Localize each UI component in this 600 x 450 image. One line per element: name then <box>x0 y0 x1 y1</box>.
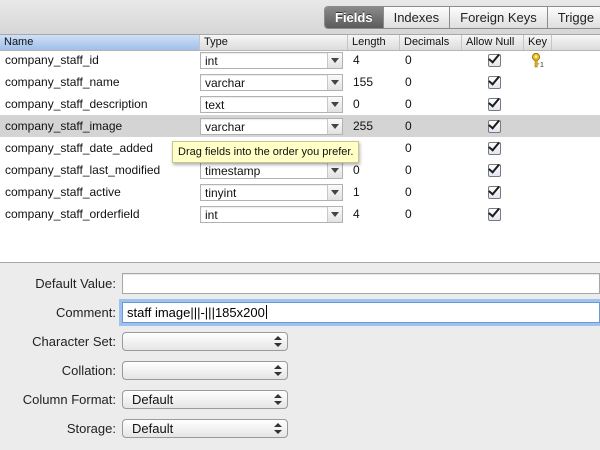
up-down-arrows-icon <box>274 392 282 407</box>
table-row[interactable]: company_staff_description text 0 0 <box>0 93 600 115</box>
tab-fields[interactable]: Fields <box>325 7 384 28</box>
type-combo[interactable]: int <box>200 206 343 223</box>
toolbar: Fields Indexes Foreign Keys Trigge <box>0 0 600 35</box>
svg-text:1: 1 <box>540 62 544 68</box>
column-header-name[interactable]: Name <box>0 35 200 50</box>
column-format-value: Default <box>132 392 174 407</box>
type-value: varchar <box>205 120 246 134</box>
up-down-arrows-icon <box>274 363 282 378</box>
decimals-value[interactable]: 0 <box>405 71 412 93</box>
comment-label: Comment: <box>56 305 116 320</box>
type-value: timestamp <box>205 164 261 178</box>
field-name: company_staff_description <box>5 97 148 111</box>
allow-null-checkbox[interactable] <box>488 208 501 221</box>
type-value: int <box>205 54 218 68</box>
type-combo[interactable]: text <box>200 96 343 113</box>
decimals-value[interactable]: 0 <box>405 93 412 115</box>
tab-indexes[interactable]: Indexes <box>383 7 451 28</box>
text-caret <box>265 305 267 319</box>
allow-null-checkbox[interactable] <box>488 98 501 111</box>
field-name: company_staff_orderfield <box>5 207 140 221</box>
chevron-down-icon[interactable] <box>327 185 342 200</box>
chevron-down-icon[interactable] <box>327 163 342 178</box>
length-value[interactable]: 0 <box>353 93 360 115</box>
table-row[interactable]: company_staff_id int 4 0 1 <box>0 49 600 71</box>
character-set-select[interactable] <box>122 332 288 351</box>
default-value-field[interactable] <box>122 273 600 294</box>
field-name: company_staff_date_added <box>5 141 153 155</box>
default-value-label: Default Value: <box>35 276 116 291</box>
up-down-arrows-icon <box>274 334 282 349</box>
decimals-value[interactable]: 0 <box>405 203 412 225</box>
decimals-value[interactable]: 0 <box>405 159 412 181</box>
table-row[interactable]: company_staff_orderfield int 4 0 <box>0 203 600 225</box>
type-value: varchar <box>205 76 246 90</box>
allow-null-checkbox[interactable] <box>488 120 501 133</box>
storage-label: Storage: <box>66 421 116 436</box>
allow-null-checkbox[interactable] <box>488 54 501 67</box>
column-header-length[interactable]: Length <box>348 35 400 50</box>
chevron-down-icon[interactable] <box>327 207 342 222</box>
field-name: company_staff_image <box>5 119 123 133</box>
type-value: tinyint <box>205 186 237 200</box>
allow-null-checkbox[interactable] <box>488 186 501 199</box>
comment-text: staff image|||-|||185x200 <box>127 305 267 320</box>
chevron-down-icon[interactable] <box>327 119 342 134</box>
length-value[interactable]: 4 <box>353 203 360 225</box>
collation-select[interactable] <box>122 361 288 380</box>
length-value[interactable]: 4 <box>353 49 360 71</box>
decimals-value[interactable]: 0 <box>405 137 412 159</box>
type-combo[interactable]: int <box>200 52 343 69</box>
column-format-label: Column Format: <box>22 392 116 407</box>
table-row[interactable]: company_staff_name varchar 155 0 <box>0 71 600 93</box>
chevron-down-icon[interactable] <box>327 97 342 112</box>
chevron-down-icon[interactable] <box>327 75 342 90</box>
column-format-select[interactable]: Default <box>122 390 288 409</box>
tab-foreign-keys[interactable]: Foreign Keys <box>450 7 548 28</box>
length-value[interactable]: 255 <box>353 115 373 137</box>
character-set-label: Character Set: <box>32 334 116 349</box>
type-value: text <box>205 98 225 112</box>
type-combo[interactable]: varchar <box>200 74 343 91</box>
column-header-allow-null[interactable]: Allow Null <box>462 35 524 50</box>
collation-label: Collation: <box>61 363 116 378</box>
column-header-decimals[interactable]: Decimals <box>400 35 462 50</box>
tab-bar: Fields Indexes Foreign Keys Trigge <box>324 6 600 29</box>
length-value[interactable]: 155 <box>353 71 373 93</box>
type-value: int <box>205 208 218 222</box>
decimals-value[interactable]: 0 <box>405 115 412 137</box>
column-header-key[interactable]: Key <box>524 35 552 50</box>
storage-select[interactable]: Default <box>122 419 288 438</box>
type-combo[interactable]: tinyint <box>200 184 343 201</box>
type-combo[interactable]: varchar <box>200 118 343 135</box>
comment-field[interactable]: staff image|||-|||185x200 <box>122 302 600 323</box>
chevron-down-icon[interactable] <box>327 53 342 68</box>
primary-key-icon: 1 <box>531 52 544 68</box>
field-name: company_staff_name <box>5 75 120 89</box>
table-row-selected[interactable]: company_staff_image varchar 255 0 <box>0 115 600 137</box>
field-name: company_staff_last_modified <box>5 163 161 177</box>
drag-hint-tooltip: Drag fields into the order you prefer. <box>172 141 360 163</box>
field-name: company_staff_active <box>5 185 121 199</box>
tab-triggers[interactable]: Trigge <box>547 7 600 28</box>
field-name: company_staff_id <box>5 53 99 67</box>
table-row[interactable]: company_staff_active tinyint 1 0 <box>0 181 600 203</box>
allow-null-checkbox[interactable] <box>488 142 501 155</box>
up-down-arrows-icon <box>274 421 282 436</box>
allow-null-checkbox[interactable] <box>488 76 501 89</box>
length-value[interactable]: 1 <box>353 181 360 203</box>
decimals-value[interactable]: 0 <box>405 181 412 203</box>
column-header-type[interactable]: Type <box>200 35 348 50</box>
decimals-value[interactable]: 0 <box>405 49 412 71</box>
storage-value: Default <box>132 421 174 436</box>
allow-null-checkbox[interactable] <box>488 164 501 177</box>
type-combo[interactable]: timestamp <box>200 162 343 179</box>
